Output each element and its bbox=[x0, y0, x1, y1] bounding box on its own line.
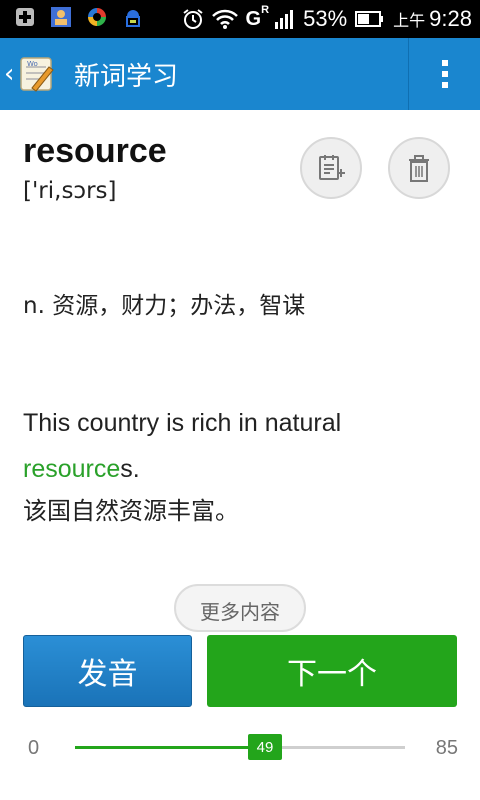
time-prefix: 上午 bbox=[393, 13, 426, 30]
progress-slider[interactable]: 49 bbox=[75, 734, 405, 760]
example-translation: 该国自然资源丰富。 bbox=[23, 497, 239, 525]
progress-max: 85 bbox=[435, 737, 458, 759]
phonetic: ['ri,sɔrs] bbox=[23, 178, 117, 204]
word-text: resource bbox=[23, 132, 167, 170]
battery-icon bbox=[355, 11, 384, 27]
android-app-icon bbox=[126, 10, 140, 27]
page-title: 新词学习 bbox=[74, 62, 179, 92]
example-before: This country is rich in natural bbox=[23, 409, 342, 437]
add-to-notebook-button[interactable] bbox=[300, 137, 362, 199]
status-bar-right: GR 53% 上午 9:28 bbox=[182, 3, 472, 35]
sync-app-icon bbox=[88, 8, 106, 26]
signal-icon bbox=[275, 10, 294, 29]
progress-fill bbox=[75, 746, 265, 749]
chevron-left-icon: ‹ bbox=[4, 59, 15, 89]
more-content-button[interactable]: 更多内容 bbox=[174, 584, 306, 632]
contacts-icon bbox=[51, 7, 71, 27]
svg-text:Wo: Wo bbox=[27, 60, 38, 68]
trash-icon bbox=[409, 155, 429, 182]
battery-percent: 53% bbox=[303, 6, 348, 31]
overflow-dot bbox=[441, 71, 448, 77]
back-button[interactable]: ‹ Wo bbox=[0, 38, 66, 110]
notepad-pencil-icon: Wo bbox=[20, 57, 55, 92]
network-badge: G bbox=[245, 7, 262, 30]
overflow-dot bbox=[441, 82, 448, 88]
example-after: s. bbox=[120, 455, 140, 483]
clock: 9:28 bbox=[429, 6, 472, 31]
add-to-notebook-icon bbox=[319, 155, 345, 180]
status-bar-left bbox=[14, 6, 144, 28]
overflow-menu-button[interactable] bbox=[408, 38, 480, 110]
overflow-menu-icon bbox=[441, 60, 448, 66]
next-button[interactable]: 下一个 bbox=[207, 635, 457, 707]
wifi-icon bbox=[211, 9, 238, 29]
network-badge-sup: R bbox=[261, 3, 270, 16]
progress-thumb[interactable]: 49 bbox=[248, 734, 282, 760]
example-highlight: resource bbox=[23, 455, 121, 483]
delete-button[interactable] bbox=[388, 137, 450, 199]
notification-plus-icon bbox=[16, 8, 34, 26]
network-type: GR bbox=[245, 4, 270, 31]
example-sentence: This country is rich in natural resource… bbox=[23, 400, 463, 492]
status-bar: GR 53% 上午 9:28 bbox=[0, 0, 480, 38]
pronounce-button[interactable]: 发音 bbox=[23, 635, 192, 707]
alarm-icon bbox=[182, 9, 203, 29]
definition: n. 资源，财力；办法，智谋 bbox=[23, 293, 306, 319]
progress-min: 0 bbox=[28, 737, 40, 759]
app-bar: ‹ Wo 新词学习 bbox=[0, 38, 480, 110]
